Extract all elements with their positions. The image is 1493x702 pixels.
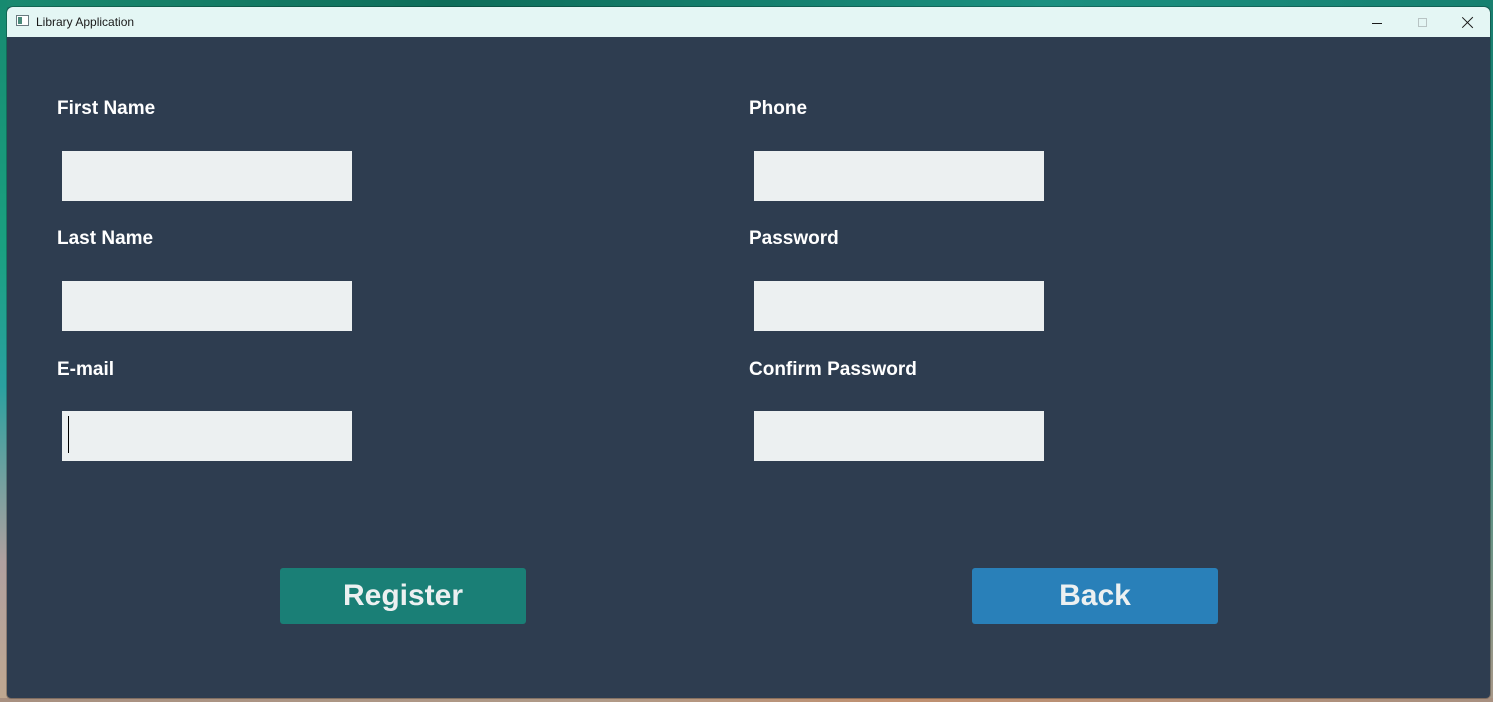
desktop-background-left [0,0,7,702]
confirm-password-label: Confirm Password [749,359,917,380]
email-label: E-mail [57,359,115,380]
password-field[interactable] [754,281,1044,331]
first-name-field[interactable] [62,151,352,201]
register-button[interactable]: Register [280,568,526,624]
title-bar[interactable]: Library Application [7,7,1490,37]
app-window: Library Application First Name Last Name… [7,7,1490,698]
close-button[interactable] [1445,7,1490,37]
app-window-icon [16,15,29,26]
close-icon [1462,16,1474,28]
minimize-button[interactable] [1354,7,1400,37]
password-label: Password [749,228,839,249]
desktop-background-top [0,0,1493,7]
back-button[interactable]: Back [972,568,1218,624]
first-name-label: First Name [57,98,156,119]
text-caret [68,416,69,453]
phone-field[interactable] [754,151,1044,201]
minimize-icon [1372,22,1382,24]
maximize-icon [1417,17,1427,27]
window-title: Library Application [36,15,135,29]
last-name-field[interactable] [62,281,352,331]
desktop-background-bottom [0,698,1493,702]
maximize-button[interactable] [1399,7,1445,37]
confirm-password-field[interactable] [754,411,1044,461]
email-field[interactable] [62,411,352,461]
last-name-label: Last Name [57,228,154,249]
phone-label: Phone [749,98,808,119]
